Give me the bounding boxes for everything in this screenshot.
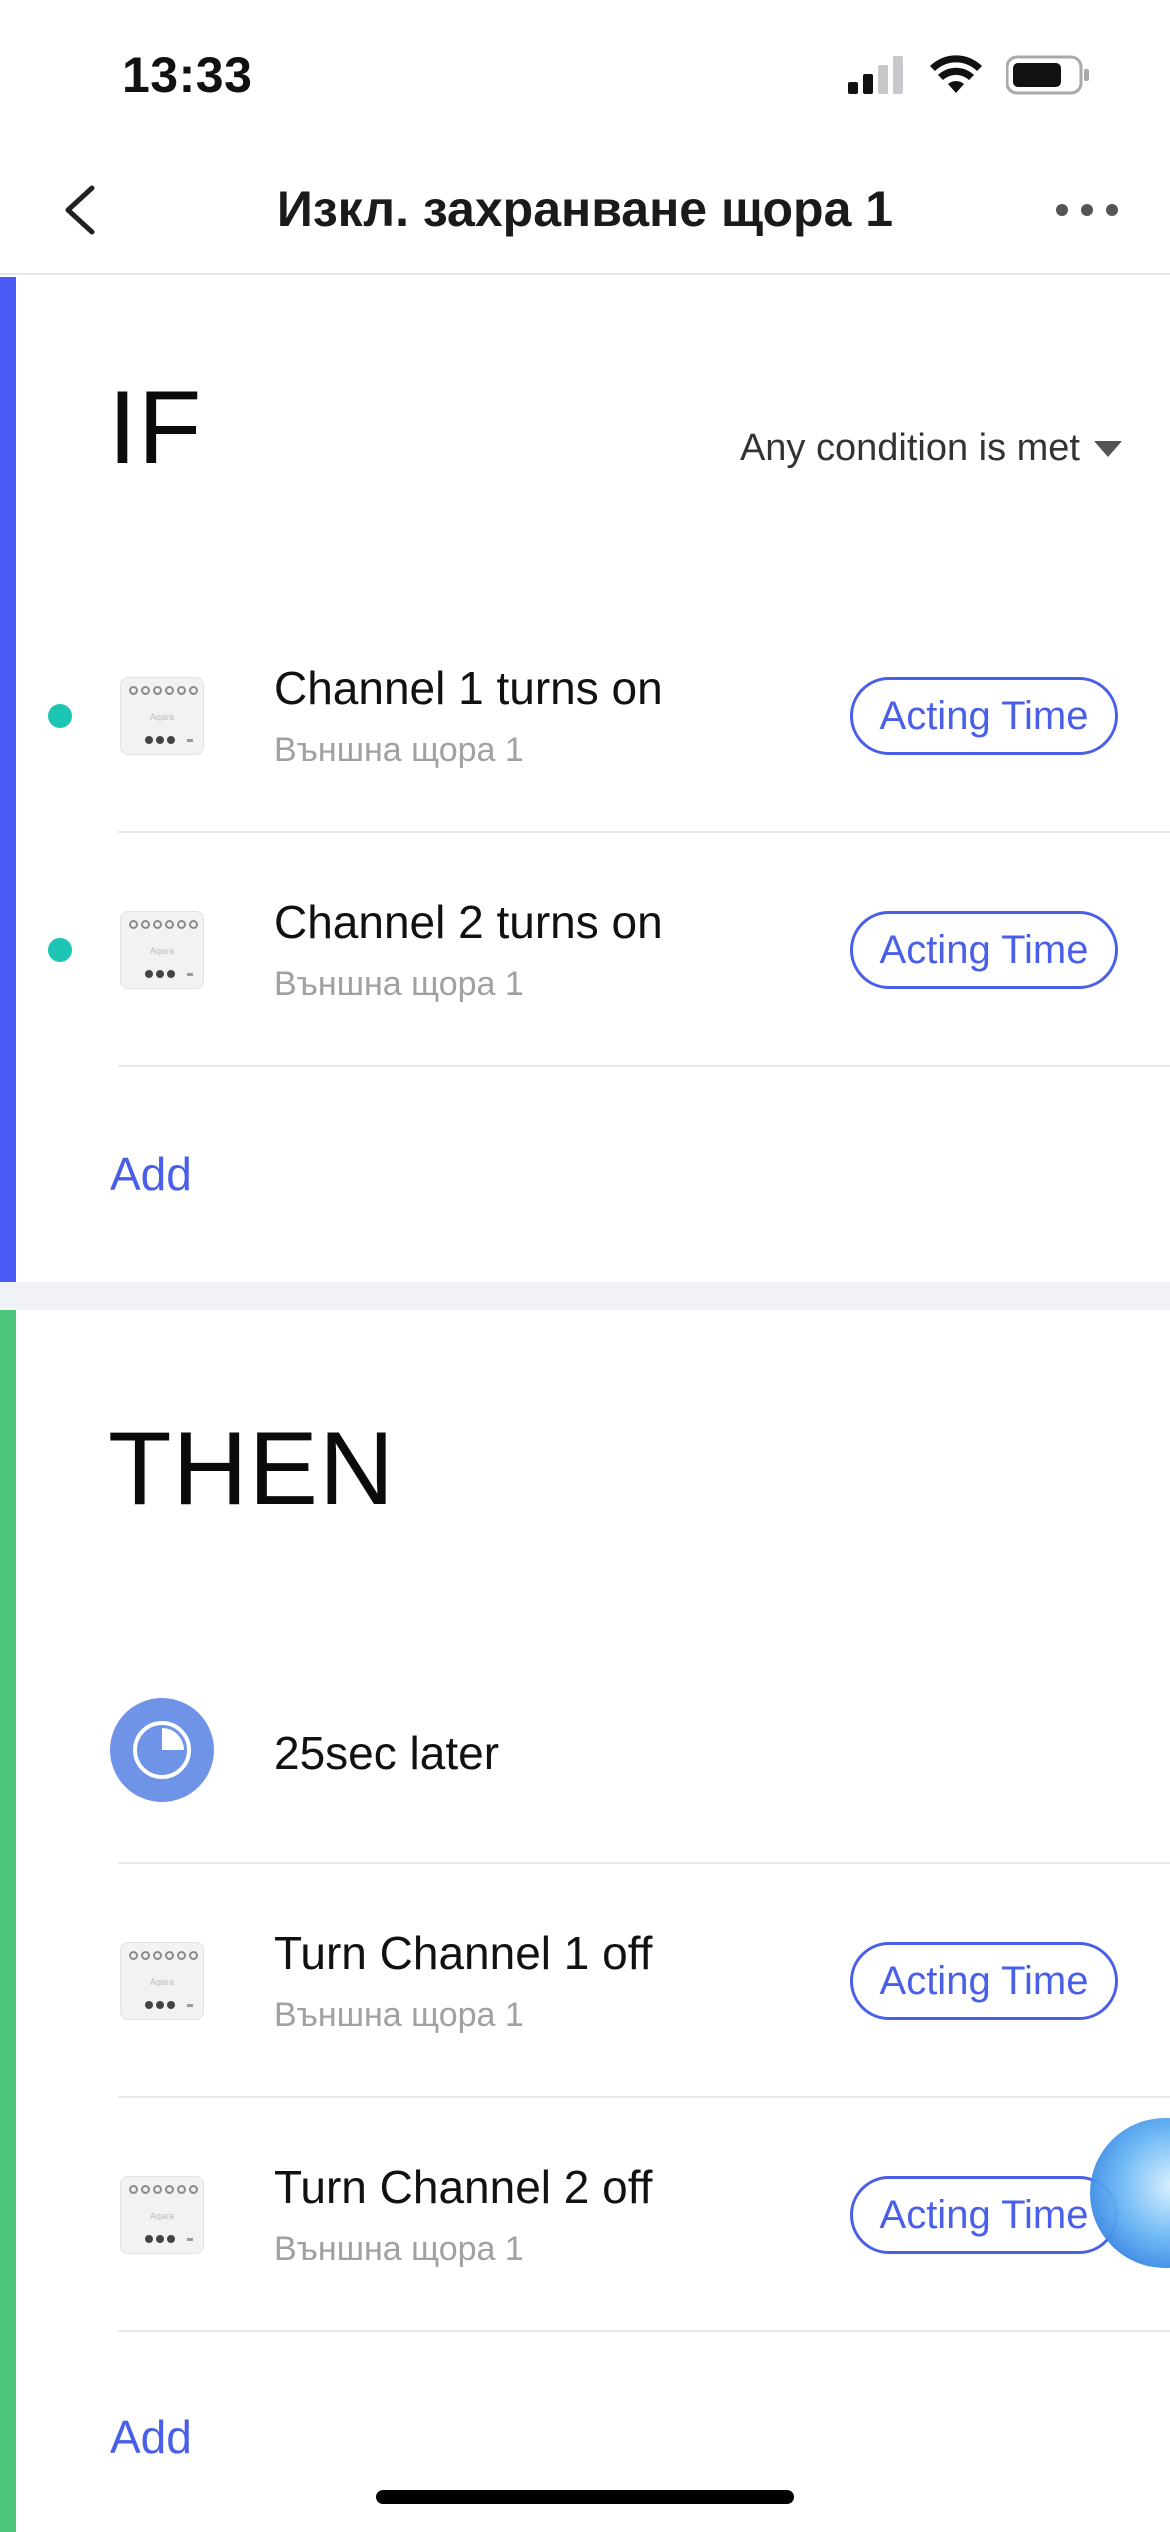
status-time: 13:33 [122,47,253,103]
if-condition-row-2[interactable]: Aqara Channel 2 turns on Външна щора 1 A… [0,833,1170,1067]
condition-mode-label: Any condition is met [739,427,1080,469]
relay-device-icon: Aqara [120,1942,204,2020]
then-heading: THEN [108,1411,396,1527]
delay-row[interactable]: 25sec later [0,1630,1170,1864]
status-dot [48,938,72,962]
then-section: THEN 25sec later Aqara Turn Channel 1 of… [0,1310,1170,2532]
acting-time-button[interactable]: Acting Time [850,1942,1118,2020]
section-divider [0,1282,1170,1310]
status-dot [48,704,72,728]
acting-time-button[interactable]: Acting Time [850,677,1118,755]
relay-device-icon: Aqara [120,677,204,755]
then-action-row-1[interactable]: Aqara Turn Channel 1 off Външна щора 1 A… [0,1864,1170,2098]
home-indicator [376,2490,794,2504]
then-action-row-2[interactable]: Aqara Turn Channel 2 off Външна щора 1 A… [0,2098,1170,2332]
battery-icon [1006,55,1089,95]
status-bar: 13:33 [0,0,1170,150]
row-subtitle: Външна щора 1 [274,965,524,1003]
row-title: Channel 2 turns on [274,896,663,948]
page-title: Изкл. захранване щора 1 [276,181,894,237]
row-title: Channel 1 turns on [274,662,663,714]
automation-detail-screen: 13:33 Изкл. захранване щора 1 IF Any con… [0,0,1170,2532]
cellular-signal-icon [848,56,903,94]
row-subtitle: Външна щора 1 [274,731,524,769]
add-condition-link[interactable]: Add [110,1147,192,1201]
row-subtitle: Външна щора 1 [274,2230,524,2268]
if-section: IF Any condition is met Aqara Channel 1 … [0,277,1170,1282]
if-heading: IF [108,370,203,486]
delay-label: 25sec later [274,1727,500,1779]
if-condition-row-1[interactable]: Aqara Channel 1 turns on Външна щора 1 A… [0,599,1170,833]
acting-time-button[interactable]: Acting Time [850,911,1118,989]
relay-device-icon: Aqara [120,2176,204,2254]
dropdown-caret-icon [1094,440,1122,457]
condition-mode-dropdown[interactable]: Any condition is met [740,427,1122,470]
row-title: Turn Channel 2 off [274,2161,653,2213]
more-options-icon[interactable] [1052,180,1122,240]
timer-icon [110,1698,214,1802]
add-action-link[interactable]: Add [110,2410,192,2464]
row-subtitle: Външна щора 1 [274,1996,524,2034]
row-divider [118,2330,1170,2332]
row-title: Turn Channel 1 off [274,1927,653,1979]
nav-bar: Изкл. захранване щора 1 [0,150,1170,275]
wifi-icon [930,55,982,93]
row-divider [118,1065,1170,1067]
acting-time-button[interactable]: Acting Time [850,2176,1118,2254]
relay-device-icon: Aqara [120,911,204,989]
status-icons [848,55,1090,95]
